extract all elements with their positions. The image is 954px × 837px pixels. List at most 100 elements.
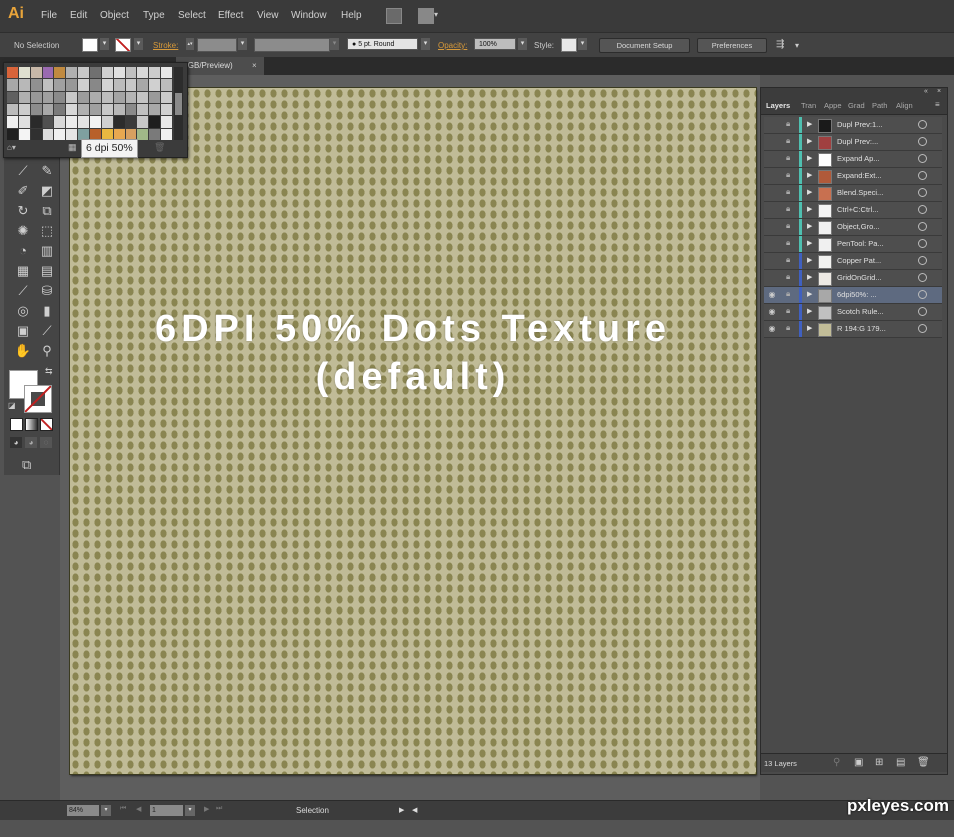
visibility-eye-icon[interactable]: ◉ (766, 307, 778, 316)
document-tab[interactable]: RGB/Preview) (176, 57, 264, 75)
lock-icon[interactable]: 🔒︎ (786, 119, 790, 129)
target-circle-icon[interactable] (918, 120, 927, 129)
scroll-left-icon[interactable]: ◀ (412, 806, 417, 814)
swatch[interactable] (7, 116, 18, 128)
target-circle-icon[interactable] (918, 256, 927, 265)
swatch[interactable] (30, 67, 42, 79)
swatch[interactable] (54, 91, 66, 103)
swatch[interactable] (42, 79, 54, 91)
expand-triangle-icon[interactable]: ▶ (807, 171, 812, 179)
lock-icon[interactable]: 🔒︎ (786, 255, 790, 265)
swatch[interactable] (18, 67, 30, 79)
menu-file[interactable]: File (41, 10, 57, 21)
swatch[interactable] (30, 79, 42, 91)
swatch-scrollbar-thumb[interactable] (175, 93, 182, 115)
swatch[interactable] (149, 116, 161, 128)
swatch[interactable] (7, 91, 18, 103)
last-artboard-icon[interactable]: ⏭ (216, 805, 222, 813)
stroke-label[interactable]: Stroke: (153, 41, 178, 50)
arrange-documents-icon[interactable] (418, 8, 434, 24)
pencil-tool-icon[interactable]: ✎ (38, 163, 56, 179)
target-circle-icon[interactable] (918, 324, 927, 333)
lock-icon[interactable]: 🔒︎ (786, 187, 790, 197)
graphic-style-swatch[interactable] (561, 38, 577, 52)
swatch[interactable] (66, 79, 78, 91)
target-circle-icon[interactable] (918, 205, 927, 214)
brush-dropdown[interactable]: ▾ (421, 38, 430, 50)
lock-icon[interactable]: 🔒︎ (786, 221, 790, 231)
swatch[interactable] (78, 67, 89, 79)
warp-tool-icon[interactable]: ✺ (14, 223, 32, 239)
close-panel-icon[interactable]: × (937, 88, 941, 95)
swatch[interactable] (54, 116, 66, 128)
swatch[interactable] (42, 116, 54, 128)
stroke-weight-stepper[interactable]: ▴▾ (186, 38, 194, 50)
zoom-dropdown[interactable]: ▾ (101, 805, 111, 816)
swatch[interactable] (89, 67, 101, 79)
arrange-panel-icon[interactable]: ⇶ (776, 39, 784, 50)
default-colors-icon[interactable]: ◪ (8, 401, 16, 410)
swatch[interactable] (101, 103, 113, 116)
swatch[interactable] (42, 128, 54, 140)
target-circle-icon[interactable] (918, 307, 927, 316)
chevron-down-icon[interactable]: ▾ (795, 41, 799, 50)
perspective-grid-tool-icon[interactable]: ▥ (38, 243, 56, 259)
symbol-sprayer-tool-icon[interactable]: ◎ (14, 303, 32, 319)
brush-definition[interactable]: ● 5 pt. Round (347, 38, 418, 50)
swatch[interactable] (125, 103, 137, 116)
layer-row[interactable]: 🔒︎ ▶ Dupl Prev:1... (764, 117, 942, 134)
next-artboard-icon[interactable]: ▶ (204, 805, 209, 813)
draw-normal-icon[interactable]: ◕ (10, 437, 22, 448)
swatch[interactable] (149, 79, 161, 91)
swatch[interactable] (30, 103, 42, 116)
tab-layers[interactable]: Layers (766, 101, 790, 110)
swatch[interactable] (54, 79, 66, 91)
lock-icon[interactable]: 🔒︎ (786, 306, 790, 316)
show-swatch-kinds-icon[interactable]: ▦ (68, 142, 77, 153)
layer-row[interactable]: ◉ 🔒︎ ▶ R 194:G 179... (764, 321, 942, 338)
screen-mode-icon[interactable]: ⧉ (22, 457, 31, 473)
swatch[interactable] (42, 103, 54, 116)
swatch[interactable] (161, 116, 172, 128)
target-circle-icon[interactable] (918, 273, 927, 282)
layer-row[interactable]: 🔒︎ ▶ Expand Ap... (764, 151, 942, 168)
swatch[interactable] (101, 67, 113, 79)
swatch[interactable] (113, 67, 125, 79)
lock-icon[interactable]: 🔒︎ (786, 170, 790, 180)
chevron-down-icon[interactable]: ▾ (434, 10, 438, 19)
blob-brush-tool-icon[interactable]: ✐ (14, 183, 32, 199)
swap-fill-stroke-icon[interactable]: ⇆ (45, 366, 53, 377)
collapse-panel-icon[interactable]: « (924, 88, 928, 95)
expand-triangle-icon[interactable]: ▶ (807, 273, 812, 281)
slice-tool-icon[interactable]: ⟋ (38, 323, 56, 339)
swatch[interactable] (30, 116, 42, 128)
opacity-field[interactable]: 100% (474, 38, 516, 50)
new-layer-icon[interactable]: ▤ (896, 757, 905, 768)
expand-triangle-icon[interactable]: ▶ (807, 137, 812, 145)
swatch[interactable] (149, 103, 161, 116)
visibility-eye-icon[interactable]: ◉ (766, 290, 778, 299)
target-circle-icon[interactable] (918, 137, 927, 146)
mesh-tool-icon[interactable]: ▦ (14, 263, 32, 279)
layer-row[interactable]: 🔒︎ ▶ Expand:Ext... (764, 168, 942, 185)
swatch[interactable] (161, 79, 172, 91)
swatch[interactable] (66, 67, 78, 79)
bridge-icon[interactable] (386, 8, 402, 24)
fill-dropdown[interactable]: ▾ (100, 38, 109, 50)
swatch[interactable] (125, 116, 137, 128)
lock-icon[interactable]: 🔒︎ (786, 289, 790, 299)
swatch[interactable] (78, 103, 89, 116)
gradient-tool-icon[interactable]: ▤ (38, 263, 56, 279)
swatch[interactable] (113, 103, 125, 116)
first-artboard-icon[interactable]: ⏮ (120, 805, 126, 813)
target-circle-icon[interactable] (918, 222, 927, 231)
tab-gradient[interactable]: Grad (848, 101, 865, 110)
swatch[interactable] (161, 67, 172, 79)
layer-name[interactable]: Object,Gro... (837, 222, 880, 231)
layer-name[interactable]: Expand Ap... (837, 154, 880, 163)
tab-transform[interactable]: Tran (801, 101, 816, 110)
expand-triangle-icon[interactable]: ▶ (807, 222, 812, 230)
swatch[interactable] (18, 79, 30, 91)
stroke-weight-field[interactable] (197, 38, 237, 52)
tab-pathfinder[interactable]: Path (872, 101, 887, 110)
